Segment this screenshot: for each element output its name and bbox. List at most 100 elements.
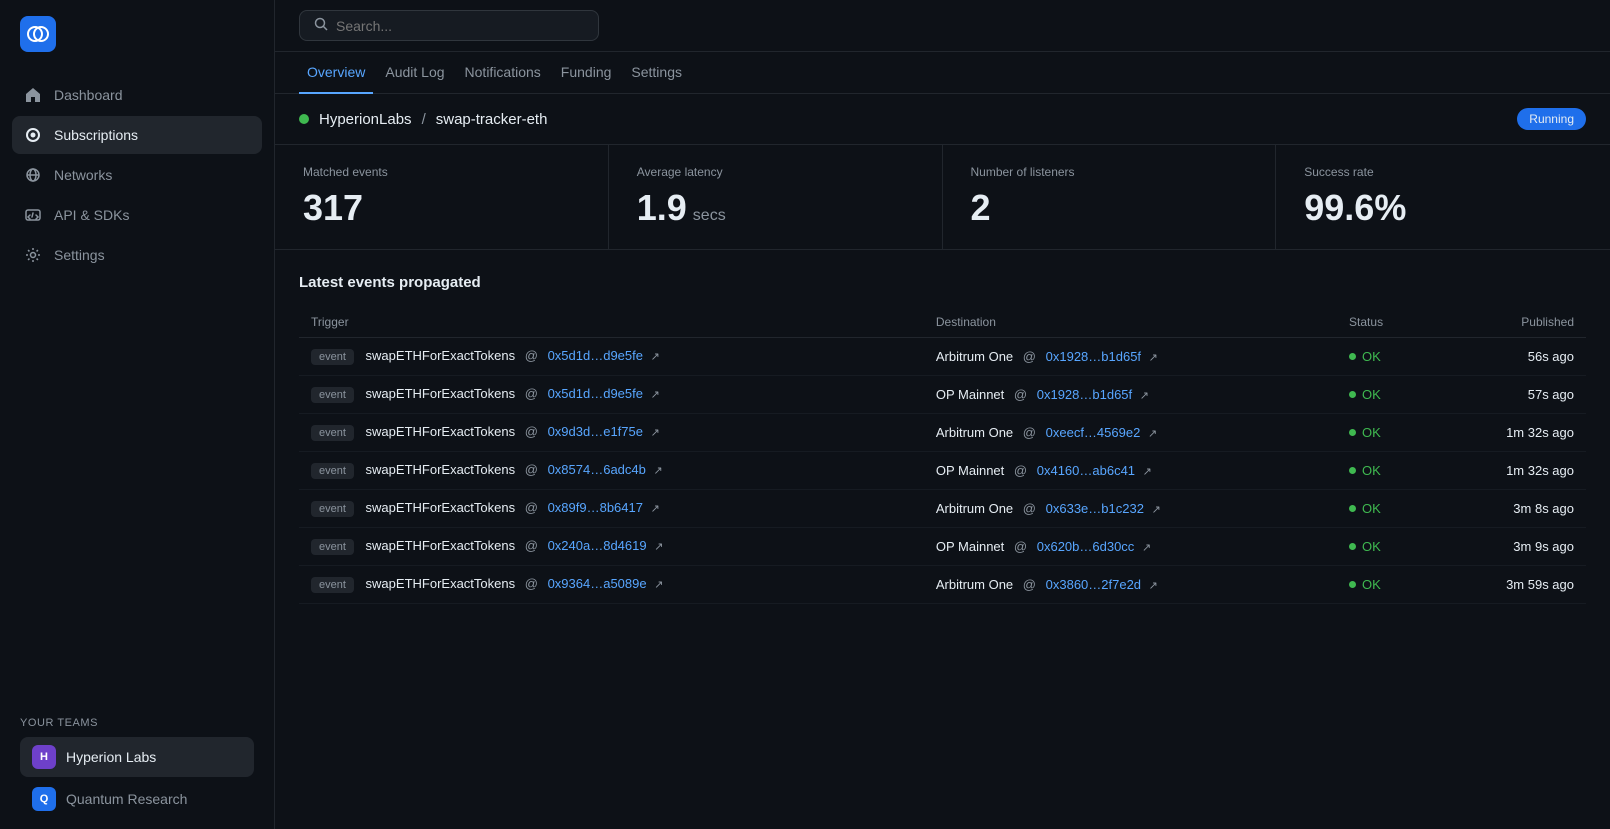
- status-dot: [1349, 353, 1356, 360]
- status-ok: OK: [1349, 577, 1421, 592]
- event-at: @: [1014, 463, 1027, 478]
- status-ok: OK: [1349, 387, 1421, 402]
- external-link-icon[interactable]: ↗: [1143, 466, 1152, 478]
- sidebar-item-label: Settings: [54, 247, 105, 263]
- search-box[interactable]: [299, 10, 599, 41]
- teams-section: Your teams H Hyperion Labs Q Quantum Res…: [0, 705, 274, 829]
- external-link-icon[interactable]: ↗: [1140, 390, 1149, 402]
- external-link-icon[interactable]: ↗: [651, 389, 660, 401]
- stat-value: 317: [303, 187, 580, 229]
- event-tag: event: [311, 577, 354, 593]
- sidebar-nav: Dashboard Subscriptions Networks: [0, 68, 274, 705]
- trigger-addr[interactable]: 0x240a…8d4619: [548, 538, 647, 553]
- sidebar-item-label: Networks: [54, 167, 112, 183]
- search-input[interactable]: [336, 18, 584, 34]
- stat-label: Success rate: [1304, 165, 1582, 179]
- dest-addr[interactable]: 0x633e…b1c232: [1046, 501, 1144, 516]
- status-dot: [1349, 391, 1356, 398]
- destination-cell: OP Mainnet @ 0x1928…b1d65f ↗: [924, 376, 1337, 414]
- dest-network: Arbitrum One: [936, 501, 1013, 516]
- trigger-cell: event swapETHForExactTokens @ 0x89f9…8b6…: [299, 490, 924, 528]
- event-func: swapETHForExactTokens: [366, 386, 516, 401]
- published-cell: 3m 9s ago: [1433, 528, 1586, 566]
- external-link-icon[interactable]: ↗: [1142, 542, 1151, 554]
- stat-label: Matched events: [303, 165, 580, 179]
- sidebar-item-api[interactable]: API & SDKs: [12, 196, 262, 234]
- stat-success-rate: Success rate 99.6%: [1276, 145, 1610, 249]
- breadcrumb-org: HyperionLabs: [319, 111, 412, 128]
- running-badge: Running: [1517, 108, 1586, 130]
- status-text: OK: [1362, 425, 1381, 440]
- table-row: event swapETHForExactTokens @ 0x5d1d…d9e…: [299, 338, 1586, 376]
- trigger-addr[interactable]: 0x8574…6adc4b: [548, 462, 646, 477]
- dest-addr[interactable]: 0xeecf…4569e2: [1046, 425, 1141, 440]
- status-text: OK: [1362, 539, 1381, 554]
- external-link-icon[interactable]: ↗: [651, 427, 660, 439]
- sidebar-item-dashboard[interactable]: Dashboard: [12, 76, 262, 114]
- event-func: swapETHForExactTokens: [366, 576, 516, 591]
- event-tag: event: [311, 349, 354, 365]
- external-link-icon[interactable]: ↗: [654, 465, 663, 477]
- sidebar: Dashboard Subscriptions Networks: [0, 0, 275, 829]
- events-section: Latest events propagated Trigger Destina…: [275, 250, 1610, 628]
- trigger-addr[interactable]: 0x9364…a5089e: [548, 576, 647, 591]
- api-icon: [24, 206, 42, 224]
- trigger-addr[interactable]: 0x9d3d…e1f75e: [548, 424, 643, 439]
- team-item-quantum[interactable]: Q Quantum Research: [20, 779, 254, 819]
- sidebar-logo: [0, 0, 274, 68]
- published-cell: 1m 32s ago: [1433, 452, 1586, 490]
- team-avatar-quantum: Q: [32, 787, 56, 811]
- status-dot: [1349, 581, 1356, 588]
- status-cell: OK: [1337, 566, 1433, 604]
- event-at: @: [525, 576, 538, 591]
- event-func: swapETHForExactTokens: [366, 348, 516, 363]
- external-link-icon[interactable]: ↗: [654, 579, 663, 591]
- published-cell: 3m 8s ago: [1433, 490, 1586, 528]
- sidebar-item-networks[interactable]: Networks: [12, 156, 262, 194]
- dest-addr[interactable]: 0x3860…2f7e2d: [1046, 577, 1141, 592]
- tab-settings[interactable]: Settings: [623, 52, 690, 94]
- external-link-icon[interactable]: ↗: [1149, 580, 1158, 592]
- team-item-hyperion[interactable]: H Hyperion Labs: [20, 737, 254, 777]
- sidebar-item-label: API & SDKs: [54, 207, 129, 223]
- stat-listeners: Number of listeners 2: [943, 145, 1277, 249]
- destination-cell: Arbitrum One @ 0x3860…2f7e2d ↗: [924, 566, 1337, 604]
- sidebar-item-settings[interactable]: Settings: [12, 236, 262, 274]
- sidebar-item-label: Dashboard: [54, 87, 123, 103]
- events-title: Latest events propagated: [299, 274, 1586, 291]
- event-func: swapETHForExactTokens: [366, 538, 516, 553]
- status-ok: OK: [1349, 349, 1421, 364]
- status-dot: [1349, 505, 1356, 512]
- table-row: event swapETHForExactTokens @ 0x9d3d…e1f…: [299, 414, 1586, 452]
- dest-addr[interactable]: 0x620b…6d30cc: [1037, 539, 1135, 554]
- external-link-icon[interactable]: ↗: [1152, 504, 1161, 516]
- external-link-icon[interactable]: ↗: [654, 541, 663, 553]
- tab-notifications[interactable]: Notifications: [457, 52, 549, 94]
- subscriptions-icon: [24, 126, 42, 144]
- tab-overview[interactable]: Overview: [299, 52, 373, 94]
- trigger-addr[interactable]: 0x89f9…8b6417: [548, 500, 643, 515]
- external-link-icon[interactable]: ↗: [1149, 352, 1158, 364]
- stat-value: 1.9 secs: [637, 187, 914, 229]
- trigger-addr[interactable]: 0x5d1d…d9e5fe: [548, 348, 643, 363]
- sidebar-item-subscriptions[interactable]: Subscriptions: [12, 116, 262, 154]
- trigger-addr[interactable]: 0x5d1d…d9e5fe: [548, 386, 643, 401]
- trigger-cell: event swapETHForExactTokens @ 0x240a…8d4…: [299, 528, 924, 566]
- col-published: Published: [1433, 307, 1586, 338]
- external-link-icon[interactable]: ↗: [651, 351, 660, 363]
- status-ok: OK: [1349, 501, 1421, 516]
- dest-addr[interactable]: 0x1928…b1d65f: [1037, 387, 1132, 402]
- external-link-icon[interactable]: ↗: [1148, 428, 1157, 440]
- dest-addr[interactable]: 0x1928…b1d65f: [1046, 349, 1141, 364]
- tabs-bar: Overview Audit Log Notifications Funding…: [275, 52, 1610, 94]
- published-cell: 3m 59s ago: [1433, 566, 1586, 604]
- dest-addr[interactable]: 0x4160…ab6c41: [1037, 463, 1135, 478]
- status-text: OK: [1362, 577, 1381, 592]
- external-link-icon[interactable]: ↗: [651, 503, 660, 515]
- event-func: swapETHForExactTokens: [366, 462, 516, 477]
- status-cell: OK: [1337, 376, 1433, 414]
- event-at: @: [525, 348, 538, 363]
- tab-audit-log[interactable]: Audit Log: [377, 52, 452, 94]
- dest-network: OP Mainnet: [936, 539, 1004, 554]
- tab-funding[interactable]: Funding: [553, 52, 620, 94]
